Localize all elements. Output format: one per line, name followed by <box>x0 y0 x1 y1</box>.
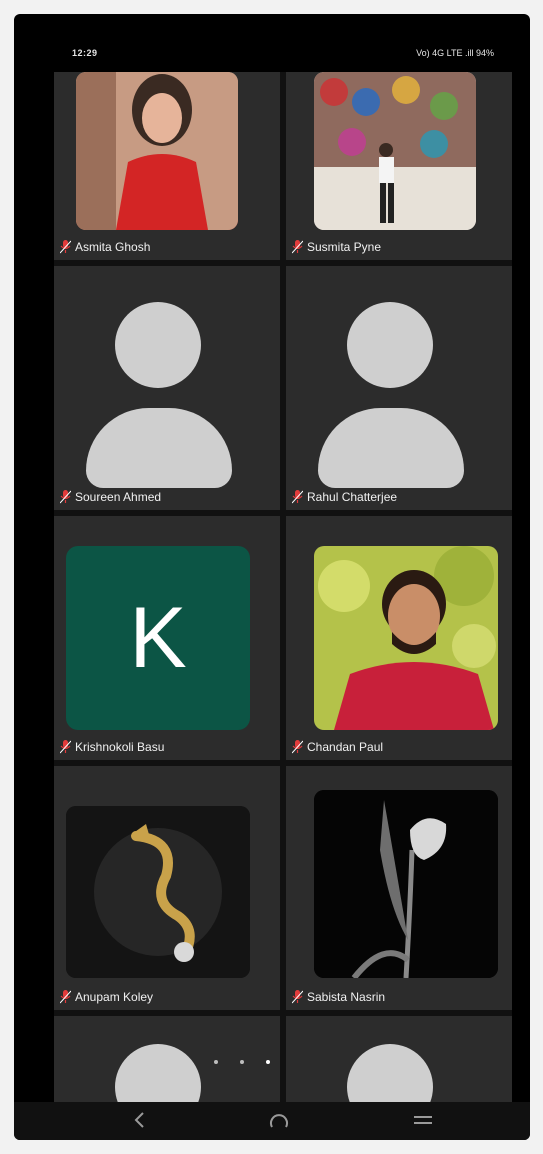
participant-tile[interactable]: Susmita Pyne <box>286 72 512 260</box>
back-icon[interactable] <box>130 1110 150 1130</box>
participant-tile[interactable]: Chandan Paul <box>286 516 512 760</box>
avatar-placeholder-body <box>86 408 232 488</box>
participant-name-row: Asmita Ghosh <box>60 240 150 254</box>
participant-name-row: Chandan Paul <box>292 740 383 754</box>
network-status: Vo) 4G LTE .ill 94% <box>416 48 494 58</box>
status-right: Vo) 4G LTE .ill 94% <box>416 48 494 58</box>
mic-off-icon <box>292 240 303 254</box>
avatar-placeholder-head <box>347 302 433 388</box>
participant-name-row: Susmita Pyne <box>292 240 381 254</box>
participant-video <box>314 546 498 730</box>
participant-name-row: Krishnokoli Basu <box>60 740 164 754</box>
participant-name: Sabista Nasrin <box>307 990 386 1004</box>
mic-off-icon <box>60 740 71 754</box>
participant-name: Chandan Paul <box>307 740 384 754</box>
participant-tile[interactable]: K Krishnokoli Basu <box>54 516 280 760</box>
participant-tile[interactable]: Sabista Nasrin <box>286 766 512 1010</box>
mic-off-icon <box>292 990 303 1004</box>
participant-grid: Asmita Ghosh Susmita Pyne Soureen Ahmed … <box>54 72 512 1102</box>
participant-tile[interactable] <box>286 1016 512 1102</box>
participant-name-row: Sabista Nasrin <box>292 990 385 1004</box>
tulip-photo-icon <box>314 790 498 978</box>
participant-tile[interactable] <box>54 1016 280 1102</box>
participant-tile[interactable]: Rahul Chatterjee <box>286 266 512 510</box>
page-dot <box>240 1060 244 1064</box>
person-photo-icon <box>76 72 238 230</box>
mic-off-icon <box>60 240 71 254</box>
person-photo-icon <box>314 546 498 730</box>
participant-name: Krishnokoli Basu <box>75 740 165 754</box>
system-nav-bar <box>14 1102 530 1140</box>
page-indicator[interactable] <box>214 1060 270 1064</box>
page-dot <box>214 1060 218 1064</box>
phone-screen: 12:29 Vo) 4G LTE .ill 94% Asmita Ghosh S… <box>14 14 530 1140</box>
mic-off-icon <box>60 990 71 1004</box>
page-dot-active <box>266 1060 270 1064</box>
participant-video <box>76 72 238 230</box>
status-time: 12:29 <box>72 48 98 58</box>
participant-name: Susmita Pyne <box>307 240 382 254</box>
participant-name: Soureen Ahmed <box>75 490 162 504</box>
participant-name-row: Soureen Ahmed <box>60 490 161 504</box>
participant-video <box>314 790 498 978</box>
home-icon[interactable] <box>269 1110 289 1130</box>
mic-off-icon <box>60 490 71 504</box>
avatar-placeholder-body <box>318 408 464 488</box>
recent-apps-icon[interactable] <box>412 1112 434 1128</box>
participant-video <box>66 806 250 978</box>
participant-name: Asmita Ghosh <box>75 240 151 254</box>
participant-video <box>314 72 476 230</box>
status-bar: 12:29 Vo) 4G LTE .ill 94% <box>14 14 530 76</box>
initial-avatar: K <box>66 546 250 730</box>
participant-name: Anupam Koley <box>75 990 154 1004</box>
participant-name: Rahul Chatterjee <box>307 490 398 504</box>
avatar-placeholder-head <box>115 302 201 388</box>
mic-off-icon <box>292 740 303 754</box>
person-photo-icon <box>314 72 476 230</box>
participant-tile[interactable]: Anupam Koley <box>54 766 280 1010</box>
dragon-artwork-icon <box>66 806 250 978</box>
mic-off-icon <box>292 490 303 504</box>
avatar-placeholder-head <box>115 1044 201 1102</box>
participant-tile[interactable]: Soureen Ahmed <box>54 266 280 510</box>
participant-name-row: Anupam Koley <box>60 990 153 1004</box>
avatar-placeholder-head <box>347 1044 433 1102</box>
participant-name-row: Rahul Chatterjee <box>292 490 397 504</box>
participant-tile[interactable]: Asmita Ghosh <box>54 72 280 260</box>
